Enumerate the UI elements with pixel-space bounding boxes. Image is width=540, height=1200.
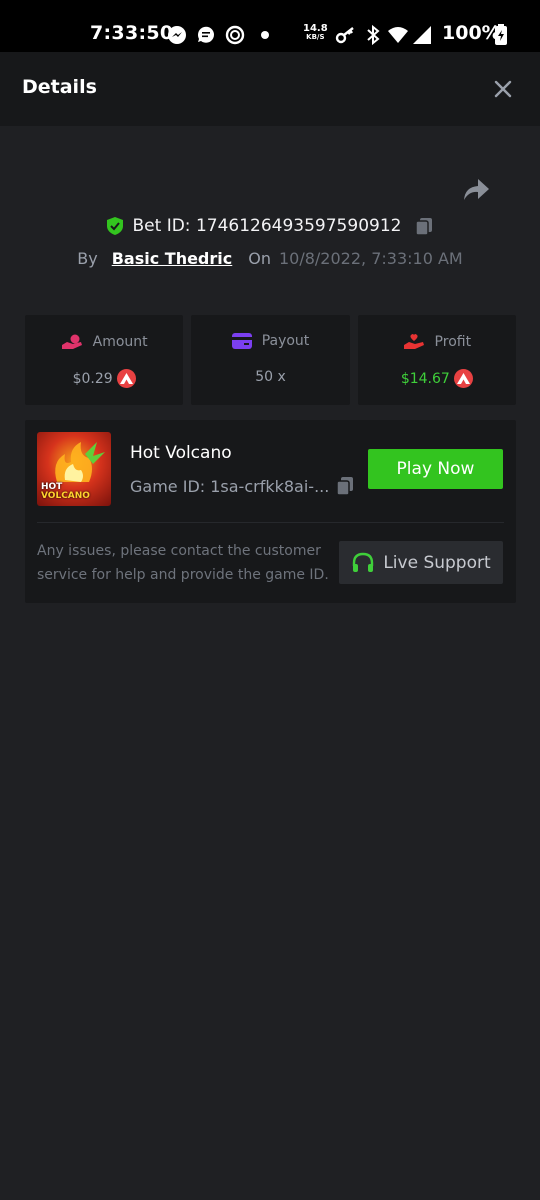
hand-heart-icon [403, 334, 424, 349]
page-title: Details [22, 76, 97, 98]
stat-amount: Amount $0.29 [25, 315, 184, 405]
chat-icon [197, 26, 214, 43]
bet-id-text: Bet ID: 1746126493597590912 [132, 216, 402, 236]
details-header: Details [0, 52, 540, 126]
network-speed: 14.8 KB/S [303, 23, 328, 42]
notification-dot [261, 31, 269, 39]
stat-payout: Payout 50 x [191, 315, 350, 405]
on-label: On [248, 248, 271, 268]
hand-coin-icon [61, 334, 82, 349]
card-icon [231, 333, 252, 349]
cell-signal-icon [413, 26, 431, 44]
avax-icon [453, 369, 473, 388]
stats-row: Amount $0.29 Payout 50 x Profit $14.67 [25, 315, 516, 405]
game-thumbnail[interactable]: HOT VOLCANO [37, 432, 111, 506]
messenger-icon [168, 26, 186, 44]
by-label: By [77, 248, 98, 268]
bet-by-row: By Basic Thedric On 10/8/2022, 7:33:10 A… [0, 245, 540, 271]
status-bar: 7:33:50 14.8 KB/S 100% [0, 0, 540, 52]
vpn-key-icon [335, 27, 354, 44]
battery-charging-icon [495, 24, 507, 45]
share-icon[interactable] [460, 174, 492, 204]
close-icon[interactable] [490, 76, 516, 102]
live-support-button[interactable]: Live Support [339, 541, 503, 584]
thumbnail-caption: HOT VOLCANO [41, 482, 90, 501]
game-name: Hot Volcano [130, 443, 232, 463]
bluetooth-icon [367, 24, 380, 46]
headset-icon [353, 552, 374, 572]
stat-profit: Profit $14.67 [357, 315, 516, 405]
bet-id-row: Bet ID: 1746126493597590912 [0, 212, 540, 240]
game-card: HOT VOLCANO Hot Volcano Game ID: 1sa-crf… [25, 420, 516, 603]
battery-percent: 100% [442, 22, 501, 44]
user-link[interactable]: Basic Thedric [112, 249, 233, 268]
avax-icon [116, 369, 136, 388]
verified-shield-icon [106, 217, 123, 235]
wifi-icon [388, 27, 408, 43]
game-id-row: Game ID: 1sa-crfkk8ai-... [130, 475, 355, 497]
copy-icon[interactable] [335, 475, 355, 497]
status-time: 7:33:50 [90, 22, 174, 44]
issue-text: Any issues, please contact the customer … [37, 543, 329, 583]
copy-icon[interactable] [413, 215, 435, 237]
sync-ring-icon [225, 25, 245, 45]
divider [37, 522, 504, 523]
game-id-text: Game ID: 1sa-crfkk8ai-... [130, 476, 330, 496]
bet-date: 10/8/2022, 7:33:10 AM [278, 248, 463, 268]
play-now-button[interactable]: Play Now [368, 449, 503, 489]
